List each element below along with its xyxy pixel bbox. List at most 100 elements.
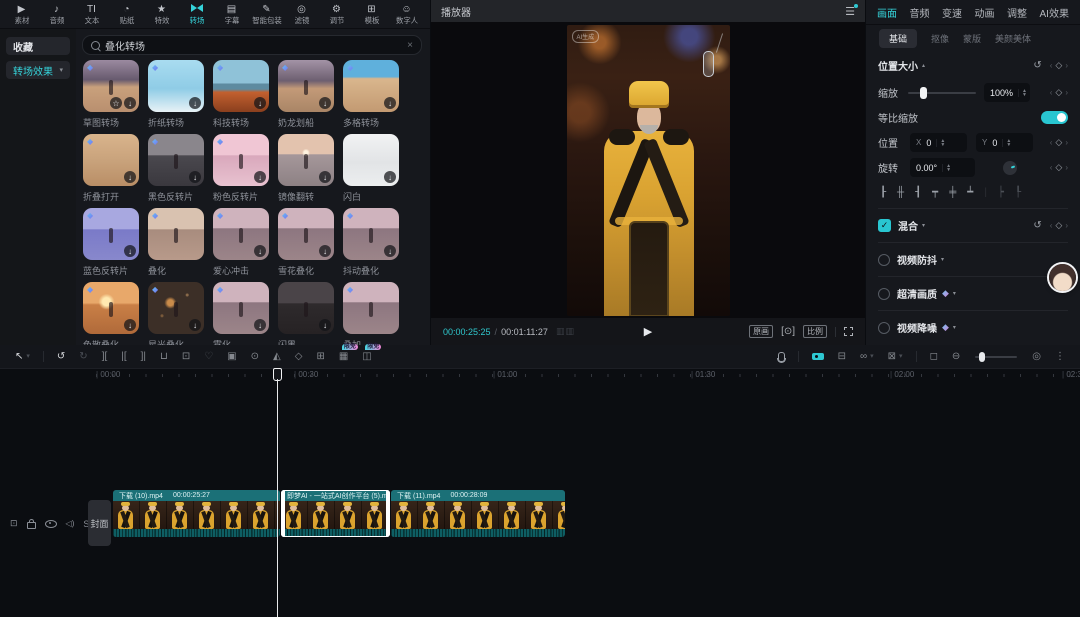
align-right-icon[interactable]: ┨ bbox=[915, 187, 921, 198]
transition-effects-category[interactable]: 转场效果▾ bbox=[6, 61, 70, 79]
chevron-down-icon[interactable]: ▾ bbox=[922, 222, 925, 229]
smart-frame-button[interactable]: ▦限免 bbox=[339, 352, 348, 362]
tab-templates[interactable]: ⊞模板 bbox=[354, 4, 389, 25]
mirror-button[interactable]: ◭ bbox=[273, 352, 281, 362]
main-track-magnet-icon[interactable] bbox=[812, 353, 824, 360]
keyframe-control[interactable]: ‹◇› bbox=[1050, 137, 1068, 148]
transition-card[interactable]: ◆ ☆ ↓ 黑色反转片 bbox=[148, 134, 204, 208]
transition-card[interactable]: ◆ ☆ ↓ 叠加 bbox=[343, 282, 399, 345]
transition-card[interactable]: ◆ ☆ ↓ 镜像翻转 bbox=[278, 134, 334, 208]
download-icon[interactable]: ↓ bbox=[319, 245, 331, 257]
reset-icon[interactable]: ↺ bbox=[1033, 60, 1041, 71]
auto-snap-icon[interactable]: ⊟ bbox=[838, 352, 846, 362]
scale-value-box[interactable]: 100% ▲▼ bbox=[984, 83, 1030, 102]
transition-thumbnail[interactable]: ◆ ☆ ↓ bbox=[148, 208, 204, 260]
freeze-frame-button[interactable]: ⊡ bbox=[182, 352, 190, 362]
download-icon[interactable]: ↓ bbox=[189, 319, 201, 331]
chevron-down-icon[interactable]: ▾ bbox=[953, 324, 956, 331]
denoise-checkbox[interactable] bbox=[878, 322, 890, 334]
delete-button[interactable]: ⊔ bbox=[160, 352, 168, 362]
tab-transitions[interactable]: 转场 bbox=[179, 4, 214, 25]
transition-card[interactable]: ◆ ☆ ↓ 闪黑 bbox=[278, 282, 334, 345]
transition-thumbnail[interactable]: ◆ ☆ ↓ bbox=[83, 60, 139, 112]
stabilize-checkbox[interactable] bbox=[878, 254, 890, 266]
collapse-icon[interactable]: ▴ bbox=[922, 62, 925, 69]
download-icon[interactable]: ↓ bbox=[124, 245, 136, 257]
download-icon[interactable]: ↓ bbox=[254, 245, 266, 257]
speed-button[interactable]: ⊙ bbox=[251, 352, 259, 362]
tab-sticker[interactable]: ◔贴纸 bbox=[109, 4, 144, 25]
chevron-down-icon[interactable]: ▾ bbox=[941, 256, 944, 263]
smart-motion-button[interactable]: ◫限免 bbox=[362, 352, 371, 362]
transition-card[interactable]: ◆ ☆ ↓ 奶龙划船 bbox=[278, 60, 334, 134]
download-icon[interactable]: ↓ bbox=[254, 319, 266, 331]
tab-audio[interactable]: ♪音频 bbox=[39, 4, 74, 25]
align-left-icon[interactable]: ┠ bbox=[880, 187, 886, 198]
linkage-icon[interactable]: ∞ bbox=[860, 352, 867, 362]
select-tool[interactable]: ↖ bbox=[15, 352, 23, 362]
download-icon[interactable]: ↓ bbox=[189, 97, 201, 109]
transition-thumbnail[interactable]: ◆ ☆ ↓ bbox=[343, 282, 399, 334]
transition-thumbnail[interactable]: ◆ ☆ ↓ bbox=[213, 282, 269, 334]
keyframe-control[interactable]: ‹◇› bbox=[1050, 162, 1068, 173]
ratio-button[interactable]: 比例 bbox=[803, 325, 827, 338]
transition-card[interactable]: ◆ ☆ ↓ 草图转场 bbox=[83, 60, 139, 134]
player-menu-icon[interactable]: ☰ bbox=[845, 5, 855, 18]
rotation-dial[interactable] bbox=[1003, 161, 1017, 175]
transition-thumbnail[interactable]: ◆ ☆ ↓ bbox=[278, 60, 334, 112]
download-icon[interactable]: ↓ bbox=[319, 171, 331, 183]
transition-card[interactable]: ◆ ☆ ↓ 雾化 bbox=[213, 282, 269, 345]
tab-ai-effects[interactable]: AI效果 bbox=[1040, 5, 1069, 20]
stepper[interactable]: ▲▼ bbox=[942, 164, 951, 172]
transition-thumbnail[interactable]: ◆ ☆ ↓ bbox=[343, 208, 399, 260]
blend-checkbox[interactable]: ✓ bbox=[878, 219, 891, 232]
chevron-down-icon[interactable]: ▾ bbox=[26, 353, 30, 360]
download-icon[interactable]: ↓ bbox=[384, 171, 396, 183]
tab-captions[interactable]: ▤字幕 bbox=[214, 4, 249, 25]
tab-speed[interactable]: 变速 bbox=[942, 5, 962, 20]
record-voiceover-icon[interactable] bbox=[778, 352, 785, 362]
transition-card[interactable]: ◆ ☆ ↓ 叠化 bbox=[148, 208, 204, 282]
frame-view-icons[interactable]: ▥▥ bbox=[556, 326, 575, 337]
tab-text[interactable]: TI文本 bbox=[74, 4, 109, 25]
play-button[interactable]: ▶ bbox=[644, 325, 652, 338]
uniform-scale-toggle[interactable] bbox=[1041, 111, 1068, 124]
chevron-down-icon[interactable]: ▾ bbox=[953, 290, 956, 297]
tab-smart-pack[interactable]: ✎智能包装 bbox=[249, 4, 284, 25]
download-icon[interactable]: ↓ bbox=[384, 245, 396, 257]
transition-thumbnail[interactable]: ◆ ☆ ↓ bbox=[278, 134, 334, 186]
search-input[interactable] bbox=[105, 40, 407, 51]
tab-picture[interactable]: 画面 bbox=[877, 5, 897, 20]
transition-thumbnail[interactable]: ◆ ☆ ↓ bbox=[343, 134, 399, 186]
stepper[interactable]: ▲▼ bbox=[1018, 89, 1027, 97]
clear-search-icon[interactable]: × bbox=[407, 40, 413, 51]
download-icon[interactable]: ↓ bbox=[189, 171, 201, 183]
transition-card[interactable]: ◆ ☆ ↓ 折纸转场 bbox=[148, 60, 204, 134]
tab-digital-human[interactable]: ☺数字人 bbox=[389, 4, 424, 25]
download-icon[interactable]: ↓ bbox=[384, 97, 396, 109]
keyframe-control[interactable]: ‹◇› bbox=[1050, 60, 1068, 71]
transition-thumbnail[interactable]: ◆ ☆ ↓ bbox=[278, 208, 334, 260]
slider-thumb[interactable] bbox=[920, 87, 927, 99]
transition-card[interactable]: ◆ ☆ ↓ 粉色反转片 bbox=[213, 134, 269, 208]
subtab-basic[interactable]: 基础 bbox=[879, 29, 917, 48]
slider-thumb[interactable] bbox=[979, 352, 985, 362]
split-button[interactable]: ][ bbox=[102, 352, 108, 362]
assistant-avatar-button[interactable] bbox=[1049, 264, 1076, 291]
align-bottom-icon[interactable]: ┷ bbox=[967, 187, 973, 198]
download-icon[interactable]: ↓ bbox=[124, 319, 136, 331]
zoom-out-icon[interactable]: ⊖ bbox=[952, 352, 960, 362]
trim-left-button[interactable]: |[ bbox=[121, 352, 126, 362]
transition-thumbnail[interactable]: ◆ ☆ ↓ bbox=[148, 60, 204, 112]
player-stage[interactable]: AI生成 bbox=[431, 22, 865, 318]
transition-thumbnail[interactable]: ◆ ☆ ↓ bbox=[213, 208, 269, 260]
preview-axis-icon[interactable]: ⊠ bbox=[888, 352, 896, 362]
transition-card[interactable]: ◆ ☆ ↓ 星光叠化 bbox=[148, 282, 204, 345]
rotate-value-box[interactable]: 0.00° ▲▼ bbox=[910, 158, 975, 177]
transition-card[interactable]: ◆ ☆ ↓ 科技转场 bbox=[213, 60, 269, 134]
hd-quality-checkbox[interactable] bbox=[878, 288, 890, 300]
stepper[interactable]: ▲▼ bbox=[936, 139, 945, 147]
transition-card[interactable]: ◆ ☆ ↓ 多格转场 bbox=[343, 60, 399, 134]
preview-zoom-icon[interactable]: [⊙] bbox=[781, 326, 795, 337]
chevron-down-icon[interactable]: ▾ bbox=[870, 353, 874, 360]
